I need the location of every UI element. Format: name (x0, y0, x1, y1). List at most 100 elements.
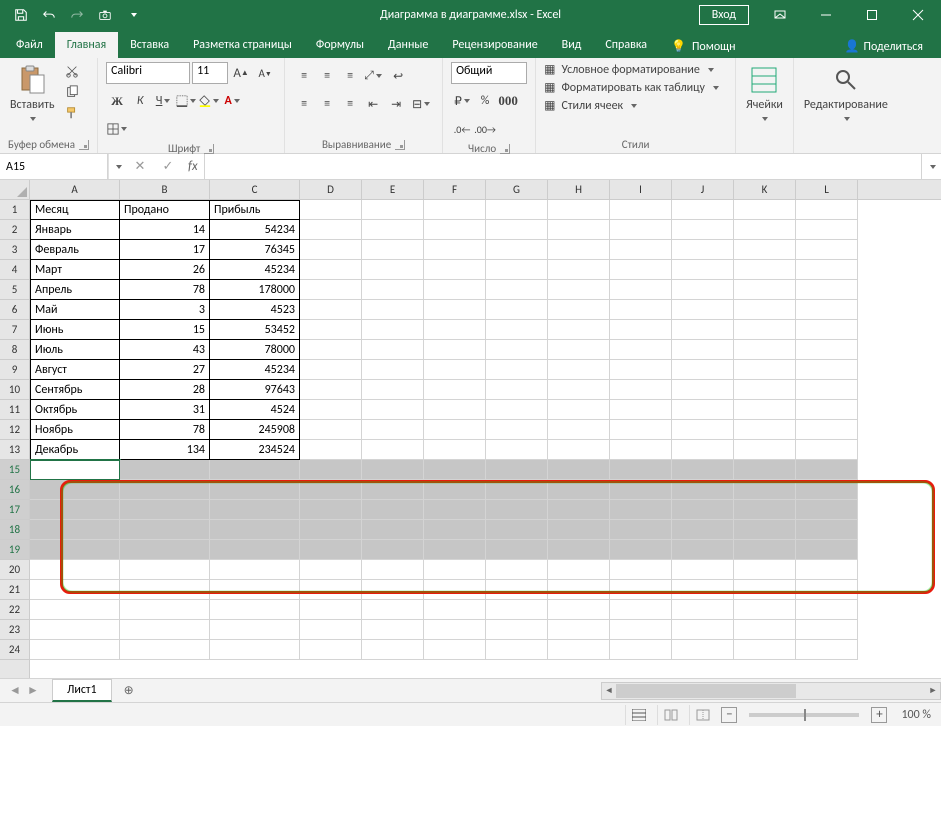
cell[interactable]: 27 (120, 360, 210, 380)
cell[interactable] (486, 380, 548, 400)
cell[interactable] (610, 200, 672, 220)
cell[interactable]: Октябрь (30, 400, 120, 420)
align-bottom-icon[interactable]: ≡ (339, 65, 361, 87)
zoom-out-icon[interactable]: − (721, 707, 737, 723)
cell[interactable] (548, 620, 610, 640)
cell[interactable] (796, 600, 858, 620)
cell[interactable] (672, 620, 734, 640)
cell[interactable] (672, 460, 734, 480)
page-layout-view-icon[interactable] (657, 705, 683, 725)
cell[interactable] (548, 440, 610, 460)
cell[interactable] (734, 200, 796, 220)
cell[interactable]: Январь (30, 220, 120, 240)
save-icon[interactable] (8, 2, 34, 28)
sheet-tab[interactable]: Лист1 (52, 679, 112, 702)
close-icon[interactable] (895, 0, 941, 30)
cell[interactable] (548, 240, 610, 260)
qat-customize-icon[interactable] (120, 2, 146, 28)
scroll-right-icon[interactable]: ► (926, 683, 940, 699)
percent-icon[interactable]: % (474, 90, 496, 112)
cell[interactable] (796, 440, 858, 460)
align-middle-icon[interactable]: ≡ (316, 65, 338, 87)
row-header[interactable]: 8 (0, 340, 29, 360)
cell[interactable] (210, 580, 300, 600)
cell[interactable] (362, 280, 424, 300)
cell[interactable] (300, 640, 362, 660)
cell[interactable] (734, 500, 796, 520)
cell[interactable]: Сентябрь (30, 380, 120, 400)
cell[interactable] (796, 620, 858, 640)
underline-button[interactable]: Ч (152, 90, 174, 112)
cell[interactable]: Август (30, 360, 120, 380)
cell[interactable] (610, 240, 672, 260)
cell[interactable] (548, 560, 610, 580)
cell[interactable] (610, 340, 672, 360)
row-header[interactable]: 11 (0, 400, 29, 420)
cell[interactable]: 45234 (210, 260, 300, 280)
cell[interactable] (210, 620, 300, 640)
align-left-icon[interactable]: ≡ (293, 93, 315, 115)
tab-home[interactable]: Главная (55, 32, 118, 58)
cell[interactable] (120, 480, 210, 500)
cell[interactable] (672, 600, 734, 620)
increase-decimal-icon[interactable]: .0← (451, 118, 473, 140)
row-header[interactable]: 19 (0, 540, 29, 560)
cell[interactable] (734, 540, 796, 560)
share-button[interactable]: 👤Поделиться (837, 35, 931, 58)
cell[interactable] (424, 580, 486, 600)
cell[interactable] (796, 340, 858, 360)
cell[interactable] (362, 500, 424, 520)
cells-button[interactable]: Ячейки (744, 62, 785, 126)
cell[interactable] (362, 360, 424, 380)
row-header[interactable]: 23 (0, 620, 29, 640)
cell[interactable] (424, 240, 486, 260)
cell[interactable] (486, 320, 548, 340)
cell[interactable] (424, 260, 486, 280)
row-header[interactable]: 6 (0, 300, 29, 320)
cell[interactable] (548, 460, 610, 480)
cell[interactable] (610, 580, 672, 600)
cell[interactable] (672, 440, 734, 460)
cell[interactable] (548, 280, 610, 300)
cell[interactable] (672, 340, 734, 360)
cell[interactable] (362, 520, 424, 540)
align-right-icon[interactable]: ≡ (339, 93, 361, 115)
name-box[interactable]: A15 (0, 154, 108, 179)
cell[interactable] (120, 620, 210, 640)
row-header[interactable]: 20 (0, 560, 29, 580)
cell[interactable]: 78000 (210, 340, 300, 360)
expand-formula-bar-icon[interactable] (921, 154, 941, 179)
cell[interactable] (796, 560, 858, 580)
column-header[interactable]: J (672, 180, 734, 199)
cell[interactable] (424, 480, 486, 500)
cell[interactable]: 234524 (210, 440, 300, 460)
column-header[interactable]: E (362, 180, 424, 199)
cell[interactable] (672, 420, 734, 440)
column-header[interactable]: A (30, 180, 120, 199)
cell[interactable] (672, 480, 734, 500)
cell[interactable] (30, 500, 120, 520)
cell[interactable] (610, 640, 672, 660)
cell[interactable]: 43 (120, 340, 210, 360)
cell[interactable] (362, 340, 424, 360)
cell[interactable] (486, 220, 548, 240)
cell-styles-button[interactable]: ▦Стили ячеек (544, 98, 637, 113)
column-header[interactable]: F (424, 180, 486, 199)
login-button[interactable]: Вход (699, 5, 749, 25)
cell[interactable] (796, 220, 858, 240)
cell[interactable] (734, 240, 796, 260)
sheet-nav-prev-icon[interactable]: ◄ (6, 682, 24, 700)
cell[interactable] (796, 200, 858, 220)
cell[interactable] (300, 440, 362, 460)
column-header[interactable]: G (486, 180, 548, 199)
cell[interactable] (734, 560, 796, 580)
number-format-select[interactable]: Общий (451, 62, 527, 84)
cell[interactable] (610, 300, 672, 320)
cell[interactable] (300, 280, 362, 300)
cell[interactable]: 54234 (210, 220, 300, 240)
cell[interactable] (796, 480, 858, 500)
cell[interactable] (300, 480, 362, 500)
copy-icon[interactable] (61, 83, 83, 101)
row-header[interactable]: 13 (0, 440, 29, 460)
column-header[interactable]: B (120, 180, 210, 199)
